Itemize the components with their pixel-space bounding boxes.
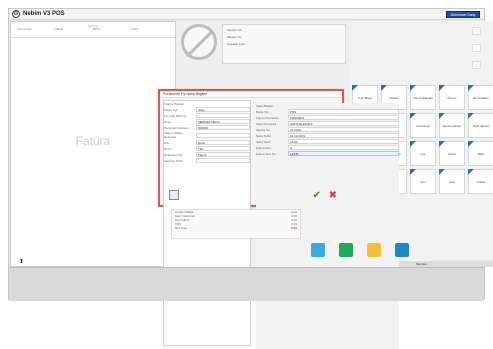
invoice-sequence-field[interactable]: 12345: [288, 151, 399, 156]
tile-button[interactable]: Çek: [410, 141, 436, 166]
dialog-row: Satış Personeli SATIŞ ELEMANI: [256, 121, 399, 126]
document-no-field[interactable]: PRS: [288, 109, 399, 114]
category-icon-3[interactable]: [367, 243, 381, 257]
title-bar: ✪ Nebim V3 POS Dönemsel Satış: [9, 9, 484, 20]
sales-date-field[interactable]: 01.12.2019: [288, 133, 399, 138]
confirm-button[interactable]: ✔: [313, 190, 321, 201]
closing-date-field[interactable]: [196, 158, 250, 163]
warehouse-select[interactable]: MERKEZ DEPO: [196, 119, 250, 124]
dialog-row: Kdv Dahil: [164, 140, 250, 145]
tile-button[interactable]: Ürün Açıklaması: [410, 85, 436, 110]
dialog-title: Perakende Fiş İşlem Bilgileri: [160, 91, 342, 98]
category-icon-1[interactable]: [311, 243, 325, 257]
info-row: Sadakat Kartı: [223, 39, 345, 46]
receipt-transaction-dialog: Perakende Fiş İşlem Bilgileri İrsaliye B…: [158, 89, 399, 349]
dialog-row: Satış Saati 12:00: [256, 139, 399, 144]
info-row: Müşteri No: [223, 32, 345, 39]
invoice-number-field[interactable]: PRS00001: [288, 115, 399, 120]
customer-info-box: Müşteri Adı Müşteri No Sadakat Kartı: [222, 24, 346, 64]
payment-reference-field[interactable]: [196, 132, 250, 138]
lines-footer: ⬆ ⬇: [11, 257, 175, 266]
lines-header-top: Satırlar: [88, 24, 98, 28]
top-action-button[interactable]: Dönemsel Satış: [446, 11, 480, 18]
dialog-row: Depo MERKEZ DEPO: [164, 119, 250, 124]
dialog-row: Döviz TRL: [164, 146, 250, 151]
side-button[interactable]: [472, 44, 481, 52]
app-logo-icon: ✪: [12, 10, 20, 18]
tile-button[interactable]: Ek Özellikler: [468, 85, 493, 110]
dialog-row: Satış Tarihi 01.12.2019: [256, 133, 399, 138]
document-kind-select[interactable]: Fatura: [196, 152, 250, 157]
dialog-footer: ✔ ✖: [163, 190, 343, 202]
dialog-row: Belge Tipi Satış: [164, 107, 250, 112]
tile-button[interactable]: Diğer: [468, 141, 493, 166]
invoice-series-field[interactable]: A: [288, 145, 399, 150]
fatura-watermark: Fatura: [75, 134, 111, 148]
bottom-icons: [311, 243, 409, 257]
dialog-row: Fatura Numarası PRS00001: [256, 115, 399, 120]
sales-time-field[interactable]: 12:00: [288, 139, 399, 144]
app-title: Nebim V3 POS: [23, 11, 65, 17]
dialog-row: Belge No PRS: [256, 109, 399, 114]
side-button[interactable]: [472, 27, 481, 35]
customer-name-label: Müşteri Adı: [227, 28, 243, 32]
tile-button[interactable]: Senet: [439, 141, 465, 166]
receipt-lines-panel: Satırlar Ürün Kodu Miktar Birim Tutar Fa…: [10, 21, 176, 267]
app-window: ✪ Nebim V3 POS Dönemsel Satış Satırlar Ü…: [8, 8, 493, 349]
right-section-title: Satış Bilgileri: [256, 104, 274, 108]
tile-button[interactable]: Toplu İşlemler: [468, 113, 493, 138]
col-product-code: Ürün Kodu: [17, 27, 32, 31]
summary-row: Net Tutar 0,00: [175, 226, 297, 230]
category-icon-4[interactable]: [395, 243, 409, 257]
dialog-row: Fiş Kod/ Bölümü: [164, 113, 250, 118]
left-section-title: İrsaliye Bilgileri: [164, 102, 185, 106]
tile-button[interactable]: Ödeme: [439, 85, 465, 110]
tile-button[interactable]: Yeni: [410, 169, 436, 194]
currency-select[interactable]: TRL: [196, 146, 250, 151]
col-unit: Birim: [93, 27, 100, 31]
dialog-row: Doküman Tipi Fatura: [164, 152, 250, 157]
category-icon-2[interactable]: [339, 243, 353, 257]
document-icon[interactable]: [169, 190, 179, 200]
tile-button[interactable]: Kapat: [468, 169, 493, 194]
tile-button[interactable]: Fatura Ayarları: [439, 113, 465, 138]
dialog-row: Kapanış Tarihi: [164, 158, 250, 163]
dialog-row: Sipariş No 01.2019: [256, 127, 399, 132]
side-toolbar: [472, 27, 481, 69]
receipt-section-field[interactable]: [196, 113, 250, 118]
info-row: Müşteri Adı: [223, 25, 345, 32]
bottom-status-area: [9, 267, 484, 301]
no-photo-icon: [181, 24, 217, 60]
dialog-row: Ödeme Bilgisi Referans: [164, 131, 250, 139]
order-no-field[interactable]: 01.2019: [288, 127, 399, 132]
document-type-select[interactable]: Satış: [196, 107, 250, 112]
vat-select[interactable]: Dahil: [196, 140, 250, 145]
side-button[interactable]: [472, 61, 481, 69]
dialog-row: Fatura Seri A: [256, 145, 399, 150]
dialog-row: Personel Referans 000000: [164, 125, 250, 130]
tile-button[interactable]: Kampanya: [410, 113, 436, 138]
col-quantity: Miktar: [55, 27, 64, 31]
tile-button[interactable]: İptal: [439, 169, 465, 194]
scroll-up-icon[interactable]: ⬆: [19, 258, 24, 265]
cancel-button[interactable]: ✖: [329, 190, 337, 201]
sales-staff-field[interactable]: SATIŞ ELEMANI: [288, 121, 399, 126]
staff-reference-field[interactable]: 000000: [196, 125, 250, 130]
loyalty-card-label: Sadakat Kartı: [227, 42, 246, 46]
totals-box: Toplam Miktar 0,00 Satır İndirimleri 0,00 …: [171, 209, 301, 239]
customer-no-label: Müşteri No: [227, 35, 242, 39]
col-amount: Tutar: [131, 27, 138, 31]
dialog-row: Fatura Sıra No 12345: [256, 151, 399, 156]
